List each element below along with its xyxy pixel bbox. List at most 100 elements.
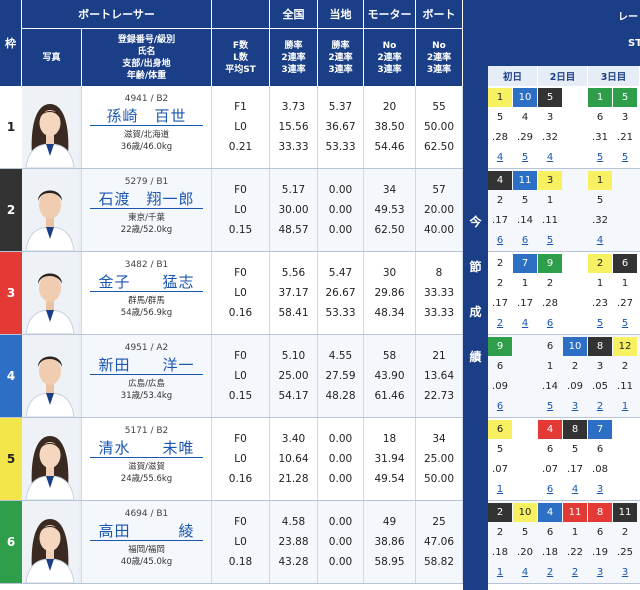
boat-stats-value: 25.00 [423,453,455,465]
race-result-link[interactable]: 5 [613,314,637,333]
race-result-link[interactable]: 5 [588,314,612,333]
registration-class: 4694 / B1 [124,509,169,519]
race-result-link[interactable]: 6 [488,397,512,416]
racer-name-link[interactable]: 金子 猛志 [90,273,203,292]
race-result-link[interactable]: 4 [563,480,587,499]
boat-stats: 55 50.00 62.50 [416,86,463,168]
fl-stats-value: F0 [234,267,247,279]
race-result-link[interactable]: 4 [488,148,512,167]
race-number-cell: 10 [513,503,537,522]
fl-stats-value: F0 [234,516,247,528]
race-result-link[interactable]: 3 [563,397,587,416]
results-header-st: ST [628,38,640,49]
day-tab-2[interactable]: 2日目 [538,66,588,86]
racer-name-link[interactable]: 高田 綾 [90,522,203,541]
local-rates-value: 53.33 [325,307,356,319]
result-cell: .17 [492,298,508,309]
race-result-link[interactable]: 6 [538,480,562,499]
national-rates-value: 4.58 [281,516,306,528]
race-result-link[interactable]: 3 [588,563,612,582]
fl-subheader: F数 L数 平均ST [212,28,270,86]
race-result-link[interactable]: 2 [563,563,587,582]
racer-name-link[interactable]: 清水 未唯 [90,439,203,458]
result-cell [513,357,537,376]
race-result-link[interactable]: 5 [538,397,562,416]
race-number-cell: 11 [513,171,537,190]
result-cell [563,108,587,127]
racer-name-link[interactable]: 孫崎 百世 [90,107,203,126]
race-result-link[interactable]: 4 [513,563,537,582]
boat-stats-value: 47.06 [423,536,455,548]
race-number-cell: 10 [513,88,537,107]
race-result-link[interactable]: 4 [588,231,612,250]
race-result-link[interactable]: 4 [538,148,562,167]
local-rates-value: 5.47 [328,267,353,279]
local-header: 当地 [318,0,364,28]
result-cell [563,294,587,313]
race-result-link[interactable]: 1 [488,480,512,499]
local-rates-value: 0.00 [328,536,353,548]
fl-stats-value: F0 [234,184,247,196]
race-result-link[interactable]: 3 [613,563,637,582]
race-number-cell: 4 [488,171,512,190]
result-cell: 5 [521,527,529,538]
result-row: 2 10 4 11 8 11 2 5 6 1 6 2.18.20.18.22.19.25 1 4 2 2 3 3 [488,501,640,584]
race-number-cell: 1 [588,88,612,107]
boat-stats-value: 50.00 [423,121,455,133]
fl-stats: F1 L0 0.21 [212,86,270,168]
race-result-link[interactable]: 2 [538,563,562,582]
result-cell: 1 [546,195,554,206]
registration-class: 4941 / B2 [124,94,169,104]
race-result-link[interactable]: 1 [613,397,637,416]
race-result-link[interactable]: 1 [488,563,512,582]
day-tab-1[interactable]: 初日 [488,66,538,86]
racer-name-link[interactable]: 新田 洋一 [90,356,203,375]
race-result-link[interactable]: 4 [513,314,537,333]
result-cell: 2 [546,278,554,289]
race-result-link[interactable]: 6 [538,314,562,333]
race-result-link[interactable]: 3 [588,480,612,499]
local-subheader: 勝率 2連率 3連率 [318,28,364,86]
branch-origin: 滋賀/滋賀 [128,462,165,472]
result-cell: .05 [592,381,608,392]
fl-stats-value: L0 [234,453,247,465]
result-cell [613,211,637,230]
result-cell [513,480,537,499]
fl-stats-value: 0.16 [228,473,253,485]
national-rates-value: 10.64 [278,453,309,465]
local-rates-value: 4.55 [328,350,353,362]
registration-class: 4951 / A2 [124,343,169,353]
race-result-link[interactable]: 5 [513,148,537,167]
result-cell: 3 [546,112,554,123]
result-row: 4 11 3 1 2 5 1 5.17.14.11.32 6 6 5 4 [488,169,640,252]
result-cell: 1 [521,278,529,289]
racer-row: 6 4694 / B1 高田 綾福岡/福岡 40歳/45.0kg F0 L0 0.18 4.5… [0,501,463,584]
race-result-link[interactable]: 2 [488,314,512,333]
race-result-link[interactable]: 5 [613,148,637,167]
race-result-link[interactable]: 2 [588,397,612,416]
result-cell [613,231,637,250]
result-cell: 5 [521,195,529,206]
race-result-link[interactable]: 5 [538,231,562,250]
boat-stats-value: 58.82 [423,556,455,568]
motor-stats-value: 49 [382,516,397,528]
racer-name-link[interactable]: 石渡 翔一郎 [90,190,203,209]
race-number-cell: 9 [488,337,512,356]
race-result-link[interactable]: 5 [588,148,612,167]
registration-class: 5171 / B2 [124,426,169,436]
boat-stats: 21 13.64 22.73 [416,335,463,417]
motor-stats-value: 58 [382,350,397,362]
local-rates: 0.00 0.00 0.00 [318,169,364,251]
race-number-cell: 1 [588,171,612,190]
motor-stats-value: 34 [382,184,397,196]
day-tab-3[interactable]: 3日目 [588,66,640,86]
national-rates-value: 58.41 [278,307,309,319]
age-weight: 24歳/55.6kg [120,474,173,484]
race-result-link[interactable]: 6 [513,231,537,250]
race-result-link[interactable]: 6 [488,231,512,250]
waku-header: 枠 [0,0,22,86]
racer-photo [22,169,82,251]
result-cell: 5 [596,195,604,206]
fl-stats-value: L0 [234,536,247,548]
result-cell: 2 [571,361,579,372]
